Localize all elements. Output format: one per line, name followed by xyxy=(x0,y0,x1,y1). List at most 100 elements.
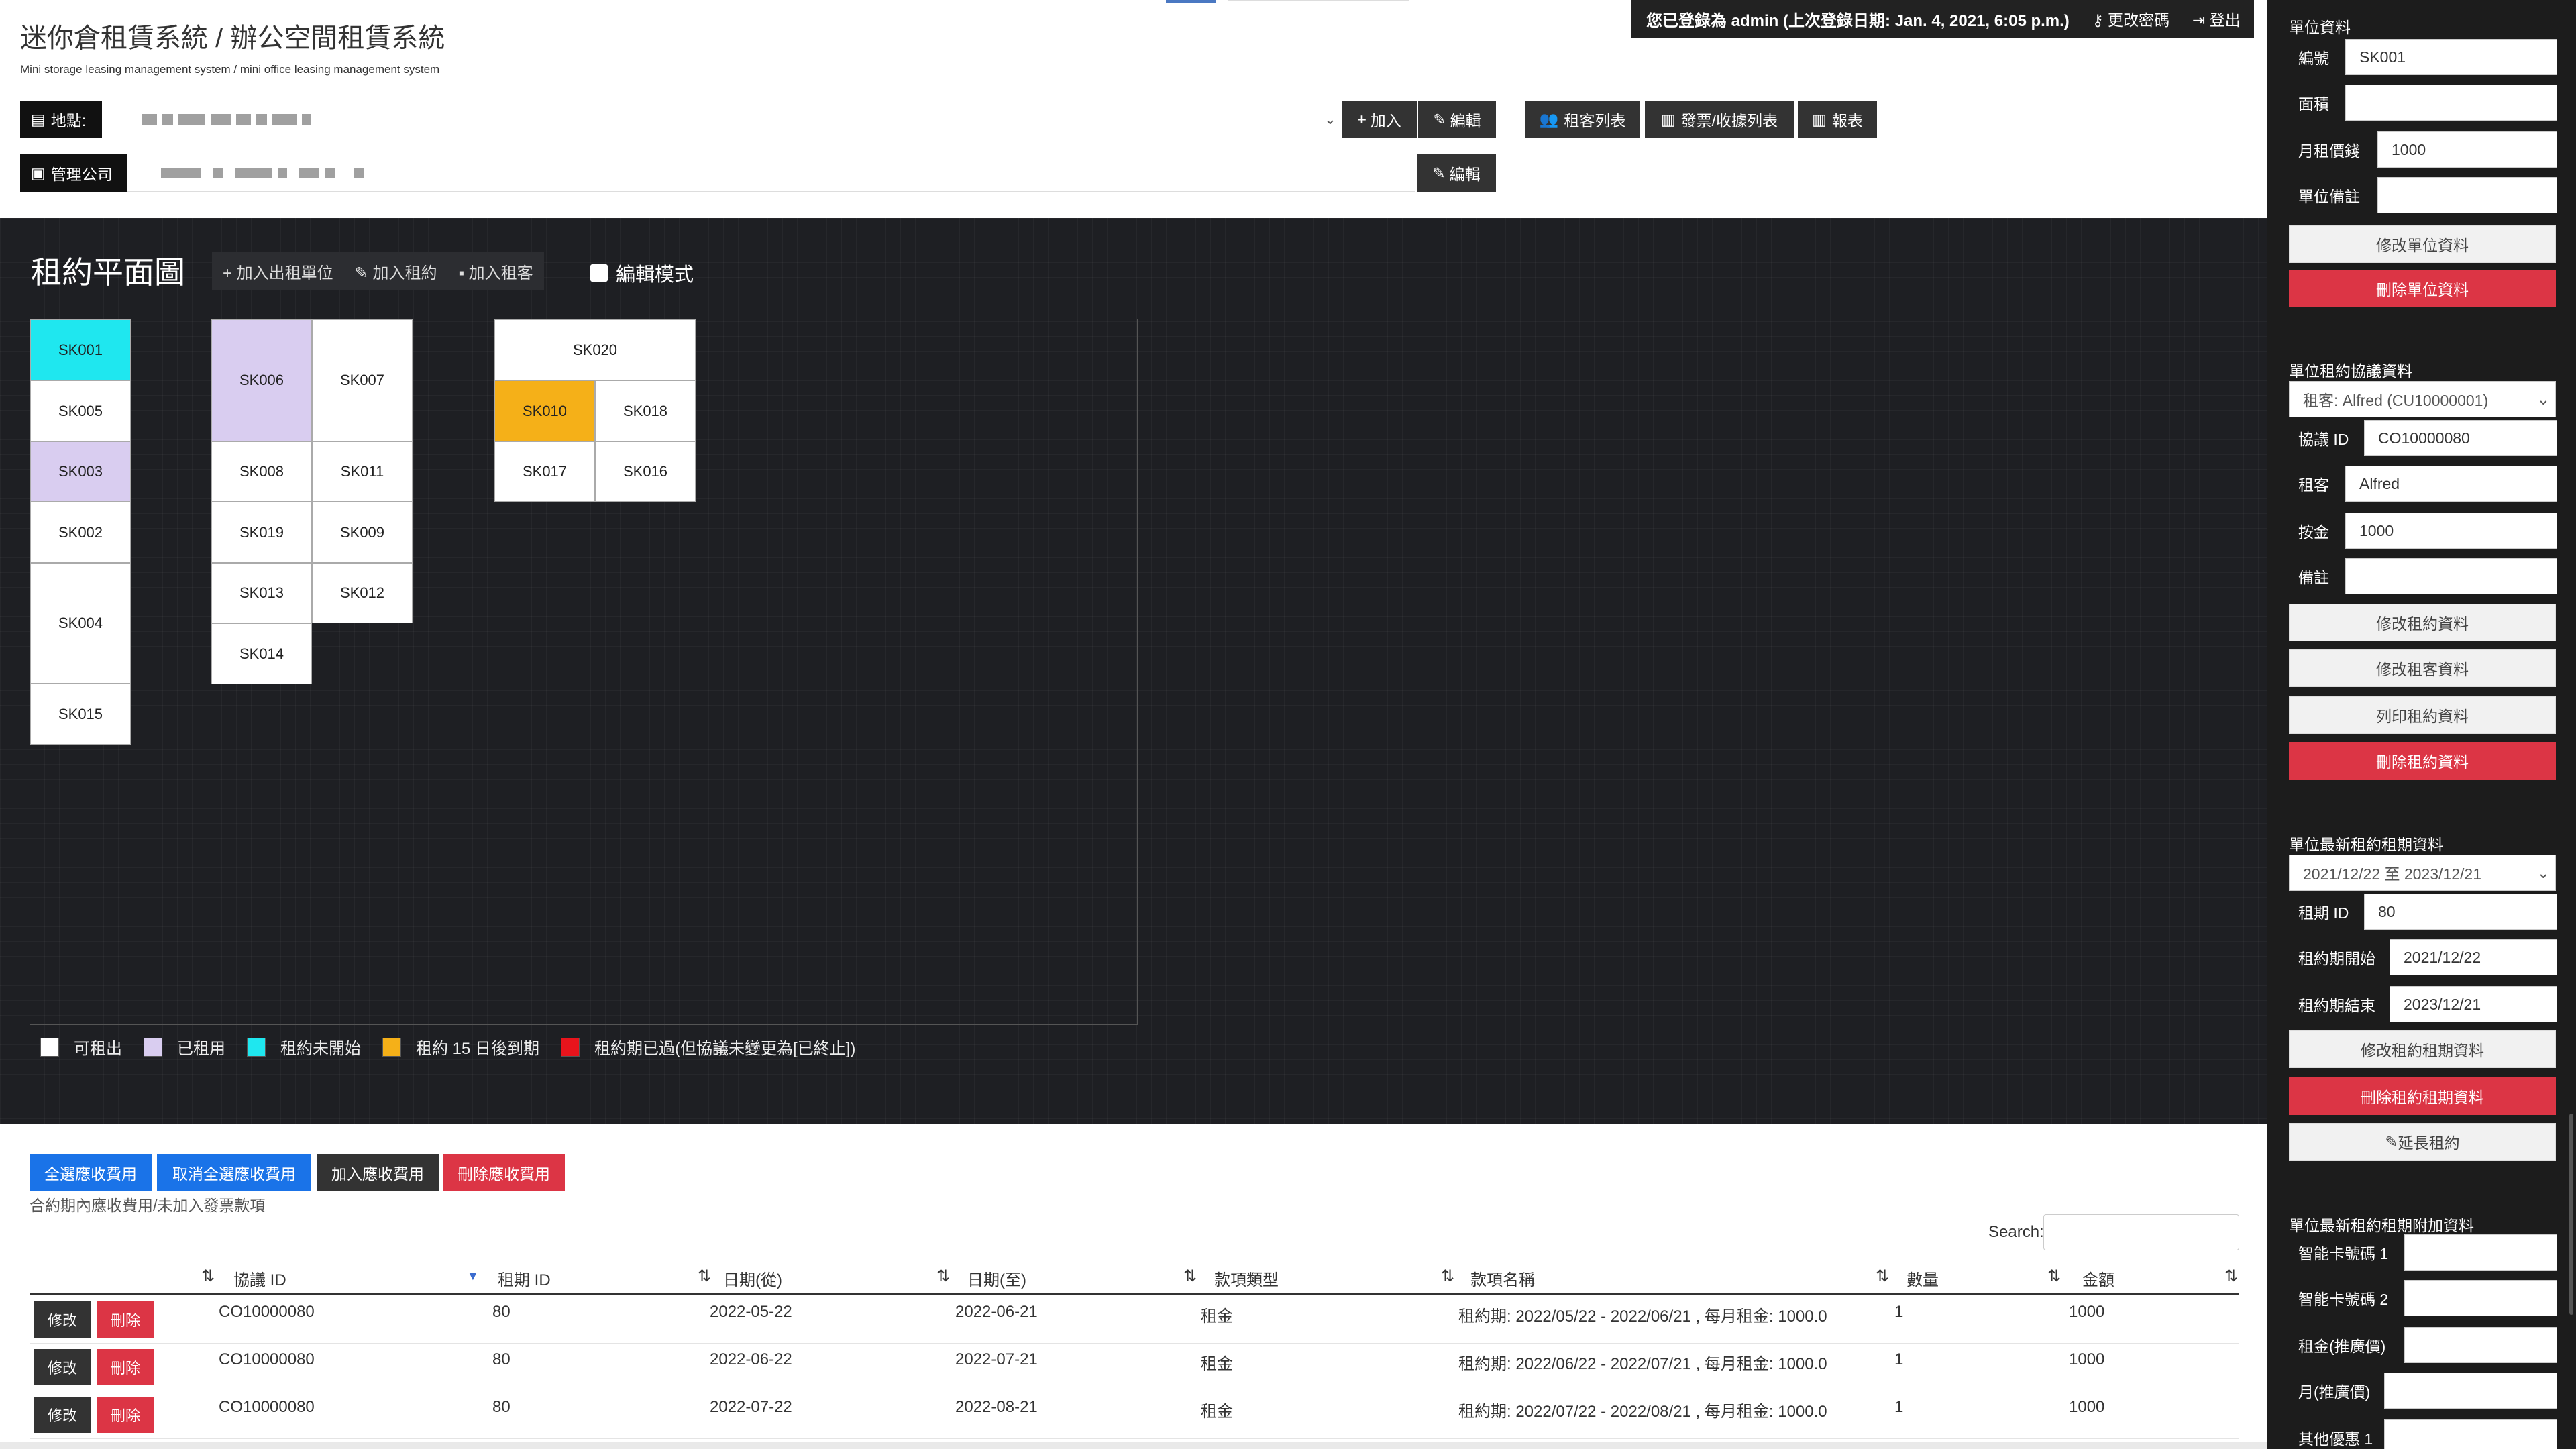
panel-field-input[interactable]: 1000 xyxy=(2377,131,2557,168)
panel-field-input[interactable]: CO10000080 xyxy=(2364,420,2557,456)
delete-lease-button[interactable]: 刪除租約資料 xyxy=(2289,742,2556,780)
id-card-icon: ▪ xyxy=(458,264,464,282)
add-tenant-button[interactable]: ▪ 加入租客 xyxy=(447,260,543,283)
col-header[interactable]: 數量 xyxy=(1907,1267,1939,1290)
unit-tile[interactable]: SK005 xyxy=(30,380,131,441)
legend-label: 已租用 xyxy=(177,1040,225,1058)
unit-tile[interactable]: SK013 xyxy=(211,563,312,623)
delete-row-button[interactable]: 刪除 xyxy=(97,1397,154,1433)
edit-row-button[interactable]: 修改 xyxy=(34,1397,91,1433)
deselect-all-charges-button[interactable]: 取消全選應收費用 xyxy=(157,1154,311,1191)
delete-period-button[interactable]: 刪除租約租期資料 xyxy=(2289,1077,2556,1115)
print-lease-button[interactable]: 列印租約資料 xyxy=(2289,696,2556,734)
table-cell: 2022-07-22 xyxy=(710,1398,792,1416)
sort-icon: ⇅ xyxy=(698,1267,712,1285)
plus-icon: + xyxy=(1357,110,1366,128)
unit-tile[interactable]: SK010 xyxy=(494,380,595,441)
col-header[interactable]: 款項類型 xyxy=(1214,1267,1279,1290)
unit-tile[interactable]: SK019 xyxy=(211,502,312,563)
add-lease-button[interactable]: ✎ 加入租約 xyxy=(344,260,448,283)
invoice-list-button[interactable]: ▥ 發票/收據列表 xyxy=(1645,101,1794,138)
reports-button[interactable]: ▥ 報表 xyxy=(1798,101,1877,138)
company-field[interactable] xyxy=(127,154,1415,192)
unit-tile[interactable]: SK002 xyxy=(30,502,131,563)
modify-tenant-button[interactable]: 修改租客資料 xyxy=(2289,649,2556,687)
unit-tile[interactable]: SK017 xyxy=(494,441,595,502)
lease-select[interactable]: 租客: Alfred (CU10000001) ⌄ xyxy=(2289,381,2556,417)
panel-field-input[interactable] xyxy=(2404,1327,2557,1363)
panel-field-input[interactable] xyxy=(2345,85,2557,121)
unit-tile[interactable]: SK018 xyxy=(595,380,696,441)
modify-lease-button[interactable]: 修改租約資料 xyxy=(2289,604,2556,641)
users-icon: 👥 xyxy=(1539,110,1559,128)
panel-field-input[interactable]: 80 xyxy=(2364,894,2557,930)
delete-row-button[interactable]: 刪除 xyxy=(97,1349,154,1385)
table-cell: 租金 xyxy=(1201,1403,1233,1421)
col-header[interactable]: 租期 ID xyxy=(498,1267,551,1290)
add-unit-button[interactable]: + 加入出租單位 xyxy=(212,260,344,283)
charges-caption: 合約期內應收費用/未加入發票款項 xyxy=(30,1197,266,1214)
add-location-button[interactable]: + 加入 xyxy=(1342,101,1417,138)
table-cell: 1000 xyxy=(2069,1303,2105,1321)
panel-field-input[interactable]: Alfred xyxy=(2345,466,2557,502)
col-header[interactable]: 日期(至) xyxy=(967,1267,1026,1290)
legend-label: 租約 15 日後到期 xyxy=(416,1040,540,1058)
unit-tile[interactable]: SK011 xyxy=(312,441,413,502)
unit-tile[interactable]: SK008 xyxy=(211,441,312,502)
panel-scrollbar[interactable] xyxy=(2569,1114,2573,1315)
modify-period-button[interactable]: 修改租約租期資料 xyxy=(2289,1030,2556,1068)
search-input[interactable] xyxy=(2043,1214,2239,1250)
panel-field-input[interactable]: 1000 xyxy=(2345,513,2557,549)
unit-tile[interactable]: SK004 xyxy=(30,563,131,684)
panel-field-input[interactable]: 2023/12/21 xyxy=(2390,986,2557,1022)
tenant-list-button[interactable]: 👥 租客列表 xyxy=(1525,101,1640,138)
edit-mode-toggle[interactable]: 編輯模式 xyxy=(590,259,694,287)
delete-unit-button[interactable]: 刪除單位資料 xyxy=(2289,270,2556,307)
add-charge-button[interactable]: 加入應收費用 xyxy=(317,1154,439,1191)
delete-row-button[interactable]: 刪除 xyxy=(97,1301,154,1338)
unit-tile[interactable]: SK009 xyxy=(312,502,413,563)
table-cell: 租約期: 2022/05/22 - 2022/06/21 , 每月租金: 100… xyxy=(1458,1307,1827,1326)
col-header[interactable]: 金額 xyxy=(2082,1267,2114,1290)
edit-location-button[interactable]: ✎ 編輯 xyxy=(1418,101,1496,138)
unit-tile[interactable]: SK001 xyxy=(30,319,131,380)
unit-tile[interactable]: SK020 xyxy=(494,319,696,380)
col-header[interactable]: 款項名稱 xyxy=(1470,1267,1535,1290)
plan-legend: 可租出 已租用 租約未開始 租約 15 日後到期 租約期已過(但協議未變更為[已… xyxy=(40,1035,877,1059)
unit-tile[interactable]: SK012 xyxy=(312,563,413,623)
table-cell: 1000 xyxy=(2069,1398,2105,1416)
modify-unit-button[interactable]: 修改單位資料 xyxy=(2289,225,2556,263)
panel-field-input[interactable] xyxy=(2384,1419,2557,1449)
unit-tile[interactable]: SK014 xyxy=(211,623,312,684)
unit-tile[interactable]: SK016 xyxy=(595,441,696,502)
panel-field-input[interactable] xyxy=(2404,1234,2557,1271)
table-cell: 1 xyxy=(1894,1398,1904,1416)
unit-tile[interactable]: SK007 xyxy=(312,319,413,441)
table-cell: 租金 xyxy=(1201,1355,1233,1373)
panel-field-input[interactable] xyxy=(2345,558,2557,594)
edit-company-button[interactable]: ✎ 編輯 xyxy=(1417,154,1496,192)
unit-tile[interactable]: SK015 xyxy=(30,684,131,745)
panel-field-input[interactable]: 2021/12/22 xyxy=(2390,939,2557,975)
unit-tile[interactable]: SK006 xyxy=(211,319,312,441)
change-password-link[interactable]: ⚷ 更改密碼 xyxy=(2092,7,2169,30)
select-value: 2021/12/22 至 2023/12/21 xyxy=(2303,865,2482,883)
edit-mode-checkbox[interactable] xyxy=(590,264,608,282)
edit-row-button[interactable]: 修改 xyxy=(34,1349,91,1385)
delete-charge-button[interactable]: 刪除應收費用 xyxy=(443,1154,565,1191)
col-header[interactable]: 協議 ID xyxy=(233,1267,286,1290)
panel-field-input[interactable] xyxy=(2404,1280,2557,1316)
logout-link[interactable]: ⇥ 登出 xyxy=(2192,7,2241,30)
extend-lease-button[interactable]: ✎ 延長租約 xyxy=(2289,1123,2556,1161)
select-all-charges-button[interactable]: 全選應收費用 xyxy=(30,1154,152,1191)
tenant-list-label: 租客列表 xyxy=(1564,112,1626,129)
col-header[interactable]: 日期(從) xyxy=(723,1267,782,1290)
panel-field-input[interactable] xyxy=(2377,177,2557,213)
location-select[interactable]: ⌄ xyxy=(102,101,1342,138)
period-select[interactable]: 2021/12/22 至 2023/12/21 ⌄ xyxy=(2289,855,2556,891)
panel-field-input[interactable] xyxy=(2384,1373,2557,1409)
edit-row-button[interactable]: 修改 xyxy=(34,1301,91,1338)
chevron-down-icon: ⌄ xyxy=(2536,863,2550,881)
panel-field-input[interactable]: SK001 xyxy=(2345,39,2557,75)
unit-tile[interactable]: SK003 xyxy=(30,441,131,502)
